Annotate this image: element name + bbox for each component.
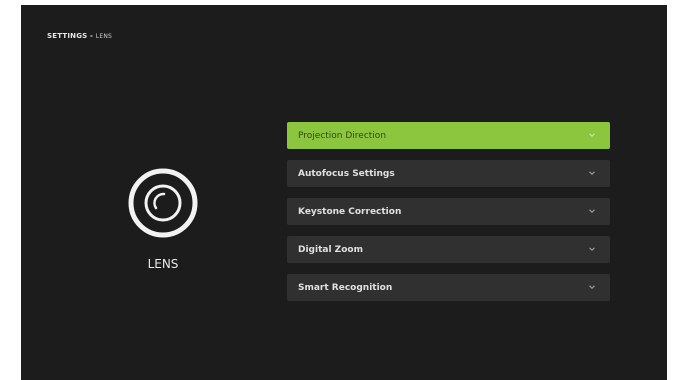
settings-screen: SETTINGS - LENS LENS Projection Directio… bbox=[21, 5, 667, 380]
category-label: LENS bbox=[147, 257, 179, 271]
menu-item-projection-direction[interactable]: Projection Direction bbox=[287, 122, 610, 149]
breadcrumb-section: SETTINGS - bbox=[47, 32, 94, 40]
lens-icon bbox=[128, 168, 198, 238]
menu-item-keystone-correction[interactable]: Keystone Correction bbox=[287, 198, 610, 225]
chevron-down-icon bbox=[589, 285, 595, 290]
breadcrumb: SETTINGS - LENS bbox=[47, 32, 112, 40]
chevron-down-icon bbox=[589, 209, 595, 214]
chevron-down-icon bbox=[589, 133, 595, 138]
menu-item-autofocus-settings[interactable]: Autofocus Settings bbox=[287, 160, 610, 187]
breadcrumb-current: LENS bbox=[95, 33, 113, 40]
menu-item-label: Keystone Correction bbox=[298, 206, 402, 217]
chevron-down-icon bbox=[589, 171, 595, 176]
menu-item-label: Smart Recognition bbox=[298, 282, 393, 293]
settings-menu: Projection Direction Autofocus Settings … bbox=[287, 122, 610, 312]
chevron-down-icon bbox=[589, 247, 595, 252]
menu-item-label: Digital Zoom bbox=[298, 244, 363, 255]
menu-item-smart-recognition[interactable]: Smart Recognition bbox=[287, 274, 610, 301]
category-panel: LENS bbox=[117, 163, 209, 271]
menu-item-digital-zoom[interactable]: Digital Zoom bbox=[287, 236, 610, 263]
menu-item-label: Autofocus Settings bbox=[298, 168, 395, 179]
menu-item-label: Projection Direction bbox=[298, 130, 387, 141]
